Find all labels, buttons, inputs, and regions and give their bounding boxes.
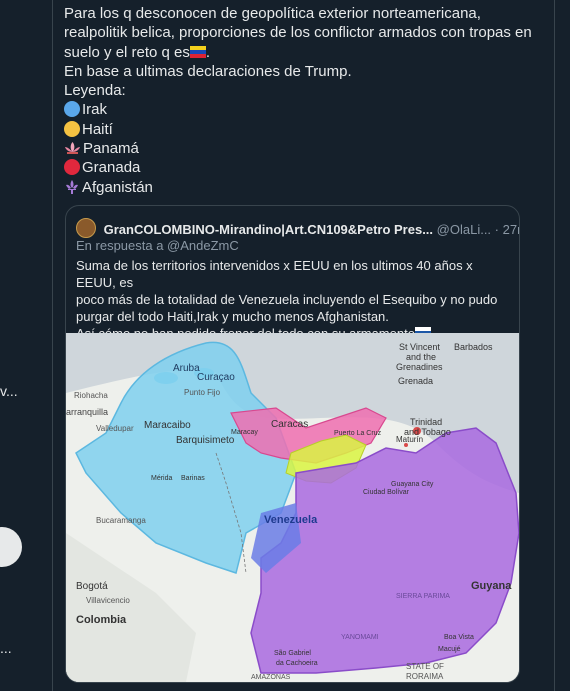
quote-timestamp[interactable]: · 27min [495, 222, 519, 237]
map-label-barquisimeto: Barquisimeto [176, 435, 235, 446]
territory-map-image[interactable]: St Vincent and the Grenadines Barbados G… [66, 333, 519, 682]
legend-label: Irak [82, 101, 108, 119]
left-sidebar: v... ... [0, 0, 53, 691]
quote-header: GranCOLOMBINO-Mirandino|Art.CN109&Petro … [76, 218, 519, 238]
map-label-amazonas: AMAZONAS [251, 674, 291, 681]
map-label-st-vincent: St Vincent [399, 342, 440, 352]
tweet-line-3: suelo y el reto q es. [64, 43, 211, 61]
account-avatar[interactable] [0, 527, 22, 567]
legend-item-granada: Granada [64, 158, 534, 177]
map-label-valledupar: Valledupar [96, 424, 134, 433]
map-label-roraima: RORAIMA [406, 672, 444, 681]
tweet-line-2: realpolitik belica, proporciones de los … [64, 24, 532, 42]
map-label-state-of: STATE OF [406, 662, 444, 671]
map-label-grenada: Grenada [398, 376, 433, 386]
map-label-barranquilla: arranquilla [66, 407, 108, 417]
quote-author-name[interactable]: GranCOLOMBINO-Mirandino|Art.CN109&Petro … [104, 222, 433, 237]
quote-text: Suma de los territorios intervenidos x E… [76, 257, 516, 342]
map-label-venezuela: Venezuela [264, 514, 318, 526]
legend-label: Panamá [83, 140, 139, 158]
legend-item-haiti: Haití [64, 120, 534, 139]
map-label-merida: Mérida [151, 475, 173, 482]
tweet-line-3-text: suelo y el reto q es [64, 43, 190, 61]
tweet-line-5: Leyenda: [64, 82, 126, 100]
map-label-ciudad-bolivar: Ciudad Bolívar [363, 489, 410, 496]
map-label-puerto-la-cruz: Puerto La Cruz [334, 430, 382, 437]
map-label-boa-vista: Boa Vista [444, 634, 474, 641]
venezuela-flag-icon [189, 45, 206, 58]
quote-reply-to[interactable]: En respuesta a @AndeZmC [76, 238, 239, 253]
map-label-bogota: Bogotá [76, 581, 108, 592]
legend-label: Afganistán [82, 178, 153, 196]
map-label-da-cachoeira: da Cachoeira [276, 660, 318, 667]
right-sidebar-edge [554, 0, 570, 691]
map-label-sierra-parima: SIERRA PARIMA [396, 593, 450, 600]
map-label-colombia: Colombia [76, 614, 127, 626]
red-circle-icon [64, 159, 80, 176]
legend-label: Granada [82, 159, 141, 177]
map-label-guyana: Guyana [471, 580, 512, 592]
quote-line: Suma de los territorios intervenidos x E… [76, 258, 473, 290]
map-label-grenadines: Grenadines [396, 362, 443, 372]
blue-circle-icon [64, 101, 80, 118]
map-label-curacao: Curaçao [197, 372, 235, 383]
map-label-guayana-city: Guayana City [391, 481, 434, 488]
map-label-riohacha: Riohacha [74, 391, 108, 400]
sidebar-truncated-text: v... [0, 383, 18, 399]
map-label-barinas: Barinas [181, 475, 205, 482]
yellow-circle-icon [64, 120, 80, 137]
quote-line: poco más de la totalidad de Venezuela in… [76, 292, 498, 307]
legend-item-panama: Panamá [64, 139, 534, 158]
sidebar-more-dots[interactable]: ... [0, 640, 12, 656]
quoted-tweet[interactable]: GranCOLOMBINO-Mirandino|Art.CN109&Petro … [65, 205, 520, 683]
map-label-macuje: Macujé [438, 646, 461, 653]
map-label-maracay: Maracay [231, 429, 258, 436]
map-label-bucaramanga: Bucaramanga [96, 516, 146, 525]
map-label-caracas: Caracas [271, 419, 308, 430]
quote-avatar[interactable] [76, 218, 96, 238]
fleur-de-lis-icon [66, 179, 78, 194]
map-label-and-the: and the [406, 352, 436, 362]
tweet-line-1: Para los q desconocen de geopolítica ext… [64, 5, 481, 22]
map-label-maracaibo: Maracaibo [144, 420, 191, 431]
map-label-yanomami: YANOMAMI [341, 634, 379, 641]
map-label-trinidad: Trinidad [410, 417, 442, 427]
map-label-sao-gabriel: São Gabriel [274, 650, 311, 657]
legend-label: Haití [82, 120, 113, 138]
tweet-text: Para los q desconocen de geopolítica ext… [64, 4, 534, 197]
legend-item-irak: Irak [64, 100, 534, 119]
map-label-barbados: Barbados [454, 342, 493, 352]
tweet-line-4: En base a ultimas declaraciones de Trump… [64, 62, 352, 80]
map-label-and-tobago: and Tobago [404, 427, 451, 437]
map-label-villavicencio: Villavicencio [86, 596, 130, 605]
quote-line: purgar del todo Haiti,Irak y mucho menos… [76, 309, 389, 324]
quote-author-handle[interactable]: @OlaLi... [437, 222, 491, 237]
map-label-punto-fijo: Punto Fijo [184, 388, 221, 397]
legend-item-afganistan: Afganistán [64, 178, 534, 197]
lotus-icon [65, 142, 80, 155]
